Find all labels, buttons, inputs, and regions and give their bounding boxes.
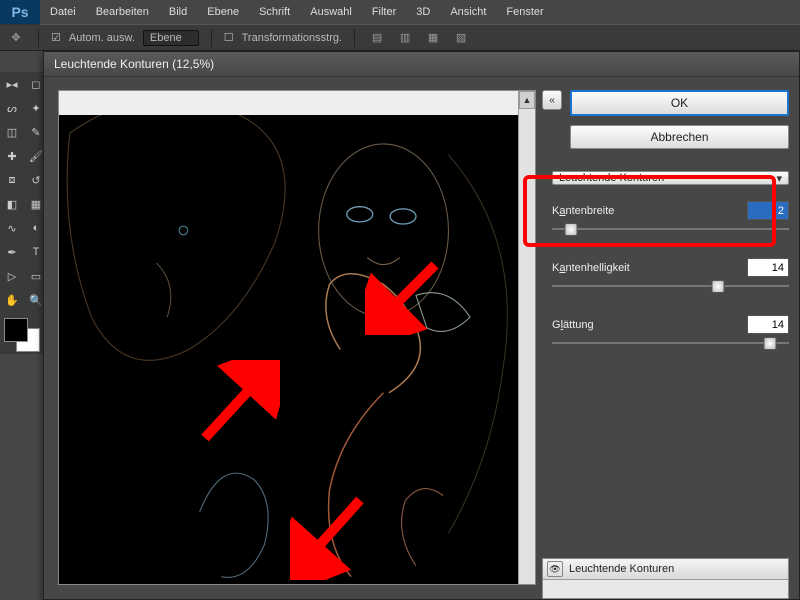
menu-bar: Ps Datei Bearbeiten Bild Ebene Schrift A… bbox=[0, 0, 800, 24]
filter-select[interactable]: Leuchtende Konturen bbox=[552, 171, 789, 185]
filter-gallery-dialog: Leuchtende Konturen (12,5%) bbox=[43, 51, 800, 600]
param-edge-brightness: Kantenhelligkeit 14 bbox=[552, 246, 789, 303]
tool-path[interactable]: ▷ bbox=[0, 264, 24, 288]
checkbox-transform[interactable]: ☐ bbox=[224, 31, 234, 44]
align-icon[interactable]: ▥ bbox=[395, 28, 415, 48]
menu-3d[interactable]: 3D bbox=[406, 0, 440, 24]
dialog-title: Leuchtende Konturen (12,5%) bbox=[44, 52, 799, 77]
align-icon[interactable]: ▤ bbox=[367, 28, 387, 48]
filter-preview[interactable]: ▲ bbox=[58, 90, 536, 585]
edge-width-slider[interactable] bbox=[552, 222, 789, 236]
preview-image bbox=[59, 115, 535, 584]
smoothness-label: Glättung bbox=[552, 319, 594, 331]
edge-brightness-label: Kantenhelligkeit bbox=[552, 262, 630, 274]
tool-hand[interactable]: ✋ bbox=[0, 288, 24, 312]
move-tool-icon: ✥ bbox=[6, 28, 26, 48]
cancel-button[interactable]: Abbrechen bbox=[570, 125, 789, 149]
app-badge: Ps bbox=[0, 0, 40, 25]
smoothness-slider[interactable] bbox=[552, 336, 789, 350]
tool-blur[interactable]: ∿ bbox=[0, 216, 24, 240]
menu-image[interactable]: Bild bbox=[159, 0, 197, 24]
fg-swatch[interactable] bbox=[4, 318, 28, 342]
auto-select-label: Autom. ausw. bbox=[69, 32, 135, 44]
tools-panel: ▸◂◻ ᔕ✦ ◫✎ ✚🖌 ⧈↺ ◧▦ ∿◐ ✒T ▷▭ ✋🔍 bbox=[0, 72, 49, 354]
color-swatches[interactable] bbox=[2, 316, 46, 354]
filter-layer-name[interactable]: Leuchtende Konturen bbox=[569, 563, 674, 575]
align-icon[interactable]: ▧ bbox=[451, 28, 471, 48]
edge-brightness-input[interactable]: 14 bbox=[747, 258, 789, 277]
menu-type[interactable]: Schrift bbox=[249, 0, 300, 24]
tool-pen[interactable]: ✒ bbox=[0, 240, 24, 264]
tool-eraser[interactable]: ◧ bbox=[0, 192, 24, 216]
checkbox-auto-select[interactable]: ☑ bbox=[51, 31, 61, 44]
filter-controls: « OK Abbrechen Leuchtende Konturen Kante… bbox=[536, 76, 799, 599]
menu-window[interactable]: Fenster bbox=[496, 0, 553, 24]
menu-select[interactable]: Auswahl bbox=[300, 0, 362, 24]
menu-layer[interactable]: Ebene bbox=[197, 0, 249, 24]
edge-brightness-slider[interactable] bbox=[552, 279, 789, 293]
preview-scrollbar[interactable]: ▲ bbox=[518, 91, 535, 584]
ok-button[interactable]: OK bbox=[570, 90, 789, 116]
transform-label: Transformationsstrg. bbox=[242, 32, 342, 44]
menu-edit[interactable]: Bearbeiten bbox=[86, 0, 159, 24]
scroll-up-icon[interactable]: ▲ bbox=[519, 91, 535, 109]
layer-combo[interactable]: Ebene bbox=[143, 30, 199, 46]
tool-crop[interactable]: ◫ bbox=[0, 120, 24, 144]
edge-width-label: Kantenbreite bbox=[552, 205, 614, 217]
toggle-thumbnails-button[interactable]: « bbox=[542, 90, 562, 110]
menu-file[interactable]: Datei bbox=[40, 0, 86, 24]
options-bar: ✥ ☑ Autom. ausw. Ebene ☐ Transformations… bbox=[0, 24, 800, 51]
param-edge-width: Kantenbreite 2 bbox=[552, 189, 789, 246]
smoothness-input[interactable]: 14 bbox=[747, 315, 789, 334]
tool-move[interactable]: ▸◂ bbox=[0, 72, 24, 96]
menu-view[interactable]: Ansicht bbox=[440, 0, 496, 24]
visibility-icon[interactable]: 👁 bbox=[547, 561, 563, 577]
align-icon[interactable]: ▦ bbox=[423, 28, 443, 48]
filter-layers-panel: 👁 Leuchtende Konturen bbox=[542, 558, 789, 599]
tool-heal[interactable]: ✚ bbox=[0, 144, 24, 168]
tool-stamp[interactable]: ⧈ bbox=[0, 168, 24, 192]
menu-filter[interactable]: Filter bbox=[362, 0, 406, 24]
param-smoothness: Glättung 14 bbox=[552, 303, 789, 360]
tool-lasso[interactable]: ᔕ bbox=[0, 96, 24, 120]
edge-width-input[interactable]: 2 bbox=[747, 201, 789, 220]
